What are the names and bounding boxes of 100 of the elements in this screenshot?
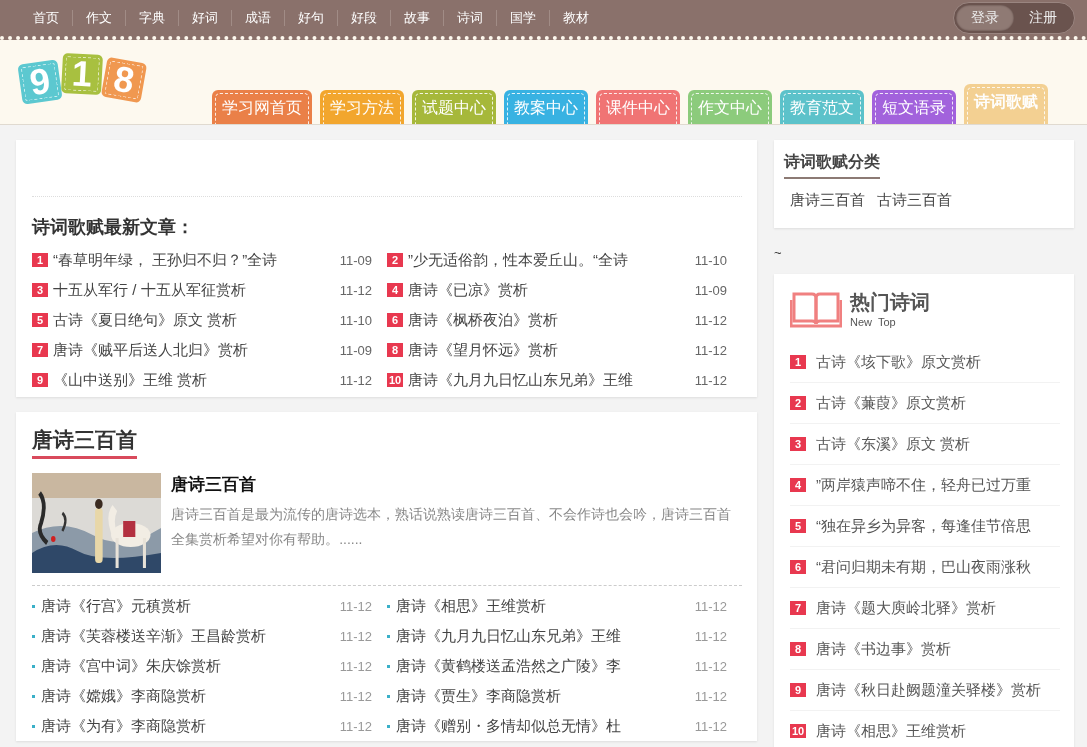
poem-link[interactable]: ”两岸猿声啼不住，轻舟已过万重	[816, 475, 1031, 495]
poem-link[interactable]: 唐诗《赠别・多情却似总无情》杜	[396, 716, 695, 736]
section-heading: 热门诗词	[850, 289, 930, 315]
article-link[interactable]: 唐诗《已凉》赏析	[408, 280, 695, 300]
poem-link[interactable]: “君问归期未有期，巴山夜雨涨秋	[816, 557, 1031, 577]
article-link[interactable]: 古诗《夏日绝句》原文 赏析	[53, 310, 340, 330]
rank-badge: 3	[790, 437, 806, 451]
date-text: 11-12	[339, 688, 372, 704]
poem-link[interactable]: 唐诗《黄鹤楼送孟浩然之广陵》李	[396, 656, 695, 676]
section-heading: 唐诗三百首	[32, 426, 137, 459]
rank-badge: 4	[387, 283, 403, 297]
rank-badge: 2	[387, 253, 403, 267]
login-button[interactable]: 登录	[956, 5, 1014, 31]
category-link[interactable]: 唐诗三百首	[790, 191, 865, 210]
poem-link[interactable]: 唐诗《贾生》李商隐赏析	[396, 686, 695, 706]
date-text: 11-12	[694, 658, 727, 674]
date-text: 11-09	[694, 282, 727, 298]
date-text: 11-09	[339, 342, 372, 358]
article-link[interactable]: 唐诗《贼平后送人北归》赏析	[53, 340, 340, 360]
date-text: 11-12	[339, 372, 372, 388]
nav-link[interactable]: 好词	[179, 9, 231, 27]
rank-badge: 10	[790, 724, 806, 738]
bullet-icon	[387, 664, 390, 668]
rank-badge: 4	[790, 478, 806, 492]
rank-badge: 5	[32, 313, 48, 327]
category-link[interactable]: 古诗三百首	[877, 191, 952, 210]
bullet-icon	[387, 634, 390, 638]
nav-link[interactable]: 教材	[550, 9, 602, 27]
rank-badge: 6	[387, 313, 403, 327]
date-text: 11-10	[694, 252, 727, 268]
section-subtitle: New Top	[850, 315, 897, 328]
rank-badge: 3	[32, 283, 48, 297]
poem-link[interactable]: 唐诗《相思》王维赏析	[816, 721, 966, 741]
nav-link[interactable]: 故事	[391, 9, 443, 27]
poem-link[interactable]: “独在异乡为异客，每逢佳节倍思	[816, 516, 1031, 536]
feature-summary: 唐诗三百首是最为流传的唐诗选本，熟话说熟读唐诗三百首、不会作诗也会吟，唐诗三百首全集赏析希望对你有帮助。......	[171, 505, 733, 549]
poem-link[interactable]: 唐诗《嫦娥》李商隐赏析	[41, 686, 340, 706]
date-text: 11-12	[694, 688, 727, 704]
date-text: 11-10	[339, 312, 372, 328]
rank-badge: 10	[387, 373, 403, 387]
rank-badge: 8	[387, 343, 403, 357]
feature-title[interactable]: 唐诗三百首	[171, 473, 742, 496]
rank-badge: 1	[790, 355, 806, 369]
tilde-text: ~	[774, 244, 783, 262]
poem-link[interactable]: 唐诗《为有》李商隐赏析	[41, 716, 340, 736]
poem-link[interactable]: 唐诗《秋日赴阙题潼关驿楼》赏析	[816, 680, 1041, 700]
poem-link[interactable]: 唐诗《芙蓉楼送辛渐》王昌龄赏析	[41, 626, 340, 646]
date-text: 11-12	[694, 598, 727, 614]
article-link[interactable]: 《山中送别》王维 赏析	[53, 370, 340, 390]
rank-badge: 5	[790, 519, 806, 533]
poem-link[interactable]: 古诗《垓下歌》原文赏析	[816, 352, 981, 372]
nav-link[interactable]: 字典	[126, 9, 178, 27]
date-text: 11-12	[339, 628, 372, 644]
register-button[interactable]: 注册	[1014, 5, 1072, 31]
rank-badge: 6	[790, 560, 806, 574]
bullet-icon	[387, 604, 390, 608]
date-text: 11-12	[339, 718, 372, 734]
nav-link[interactable]: 好段	[338, 9, 390, 27]
section-heading: 诗词歌赋最新文章：	[32, 216, 195, 239]
rank-badge: 9	[32, 373, 48, 387]
nav-tab[interactable]: 短文语录	[872, 90, 956, 124]
bullet-icon	[32, 664, 35, 668]
nav-link[interactable]: 诗词	[444, 9, 496, 27]
date-text: 11-09	[339, 252, 372, 268]
date-text: 11-12	[339, 282, 372, 298]
date-text: 11-12	[339, 598, 372, 614]
nav-link[interactable]: 成语	[232, 9, 284, 27]
date-text: 11-12	[694, 372, 727, 388]
article-link[interactable]: “春草明年绿， 王孙归不归？”全诗	[53, 250, 340, 270]
nav-link[interactable]: 国学	[497, 9, 549, 27]
date-text: 11-12	[694, 718, 727, 734]
rank-badge: 2	[790, 396, 806, 410]
poem-link[interactable]: 唐诗《相思》王维赏析	[396, 596, 695, 616]
nav-link[interactable]: 好句	[285, 9, 337, 27]
rank-badge: 7	[790, 601, 806, 615]
nav-link[interactable]: 首页	[20, 9, 72, 27]
poem-link[interactable]: 唐诗《行宫》元稹赏析	[41, 596, 340, 616]
article-link[interactable]: 十五从军行 / 十五从军征赏析	[53, 280, 340, 300]
section-heading: 诗词歌赋分类	[784, 152, 880, 179]
nav-link[interactable]: 作文	[73, 9, 125, 27]
rank-badge: 8	[790, 642, 806, 656]
rank-badge: 1	[32, 253, 48, 267]
poem-link[interactable]: 古诗《蒹葭》原文赏析	[816, 393, 966, 413]
poem-link[interactable]: 古诗《东溪》原文 赏析	[816, 434, 971, 454]
date-text: 11-12	[694, 312, 727, 328]
date-text: 11-12	[694, 628, 727, 644]
bullet-icon	[32, 724, 35, 728]
article-link[interactable]: 唐诗《望月怀远》赏析	[408, 340, 695, 360]
poem-link[interactable]: 唐诗《宫中词》朱庆馀赏析	[41, 656, 340, 676]
bullet-icon	[32, 634, 35, 638]
article-link[interactable]: 唐诗《九月九日忆山东兄弟》王维	[408, 370, 695, 390]
article-link[interactable]: 唐诗《枫桥夜泊》赏析	[408, 310, 695, 330]
poem-link[interactable]: 唐诗《九月九日忆山东兄弟》王维	[396, 626, 695, 646]
poem-link[interactable]: 唐诗《题大庾岭北驿》赏析	[816, 598, 996, 618]
date-text: 11-12	[339, 658, 372, 674]
bullet-icon	[32, 604, 35, 608]
poem-link[interactable]: 唐诗《书边事》赏析	[816, 639, 951, 659]
bullet-icon	[32, 694, 35, 698]
date-text: 11-12	[694, 342, 727, 358]
article-link[interactable]: ”少无适俗韵，性本爱丘山。“全诗	[408, 250, 695, 270]
